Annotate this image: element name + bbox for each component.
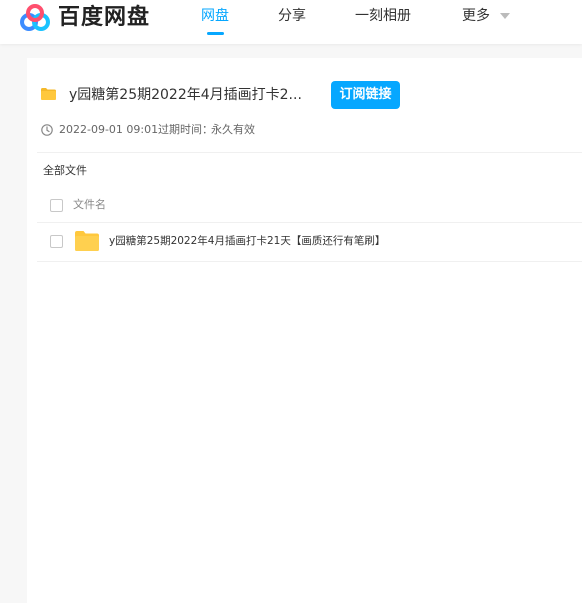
breadcrumb-all-files[interactable]: 全部文件 bbox=[43, 164, 87, 178]
nav-tab-share[interactable]: 分享 bbox=[278, 6, 306, 26]
file-name[interactable]: y园糖第25期2022年4月插画打卡21天【画质还行有笔刷】 bbox=[109, 234, 385, 248]
brand-logo[interactable]: 百度网盘 bbox=[18, 2, 150, 34]
share-panel: y园糖第25期2022年4月插画打卡2... 订阅链接 2022-09-01 0… bbox=[27, 58, 582, 603]
divider bbox=[37, 261, 582, 262]
file-checkbox[interactable] bbox=[50, 235, 63, 248]
folder-icon bbox=[75, 231, 99, 251]
baidu-netdisk-logo-icon bbox=[20, 4, 50, 31]
chevron-down-icon bbox=[500, 13, 510, 19]
folder-icon bbox=[41, 88, 56, 100]
file-row[interactable]: y园糖第25期2022年4月插画打卡21天【画质还行有笔刷】 bbox=[37, 224, 582, 260]
clock-icon bbox=[41, 124, 53, 136]
nav-tab-netdisk[interactable]: 网盘 bbox=[201, 6, 229, 26]
share-date: 2022-09-01 09:01 bbox=[59, 123, 159, 136]
column-header-filename[interactable]: 文件名 bbox=[73, 198, 106, 212]
brand-name: 百度网盘 bbox=[58, 5, 151, 30]
subscribe-link-button[interactable]: 订阅链接 bbox=[331, 81, 400, 109]
select-all-checkbox[interactable] bbox=[50, 199, 63, 212]
nav-more-menu[interactable]: 更多 bbox=[462, 6, 510, 26]
nav-more-label: 更多 bbox=[462, 8, 490, 24]
divider bbox=[37, 152, 582, 153]
share-title: y园糖第25期2022年4月插画打卡2... bbox=[69, 87, 302, 103]
expire-value: 永久有效 bbox=[211, 123, 255, 136]
nav-active-indicator bbox=[207, 32, 224, 35]
divider bbox=[37, 222, 582, 223]
top-bar: 百度网盘 网盘 分享 一刻相册 更多 bbox=[0, 0, 582, 44]
expire-label: 过期时间： bbox=[158, 123, 213, 136]
nav-tab-album[interactable]: 一刻相册 bbox=[355, 6, 411, 26]
